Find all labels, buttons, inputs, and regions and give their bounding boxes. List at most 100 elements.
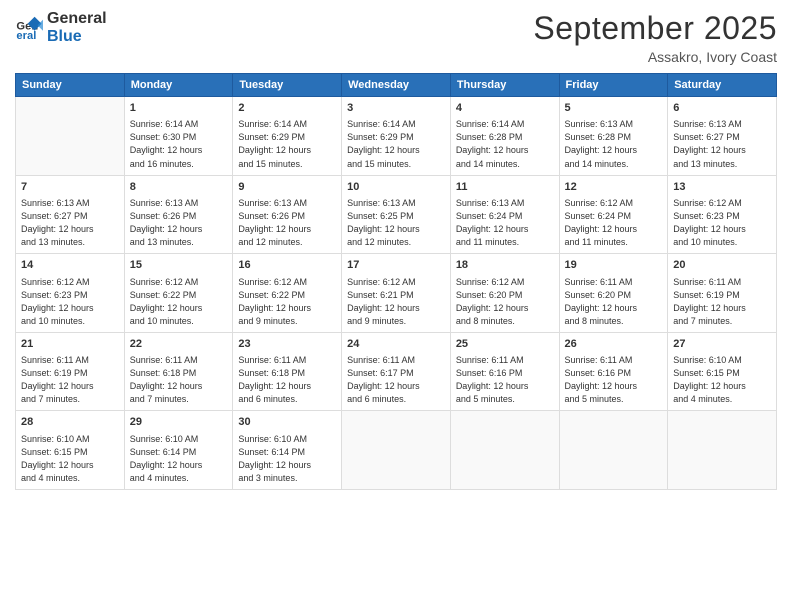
day-number: 2	[238, 101, 336, 116]
day-info: Sunrise: 6:13 AM Sunset: 6:28 PM Dayligh…	[565, 118, 663, 170]
day-info: Sunrise: 6:12 AM Sunset: 6:23 PM Dayligh…	[21, 276, 119, 328]
day-info: Sunrise: 6:11 AM Sunset: 6:19 PM Dayligh…	[673, 276, 771, 328]
day-info: Sunrise: 6:11 AM Sunset: 6:18 PM Dayligh…	[130, 354, 228, 406]
title-block: September 2025 Assakro, Ivory Coast	[533, 10, 777, 65]
day-number: 18	[456, 258, 554, 273]
day-info: Sunrise: 6:12 AM Sunset: 6:22 PM Dayligh…	[130, 276, 228, 328]
day-info: Sunrise: 6:12 AM Sunset: 6:20 PM Dayligh…	[456, 276, 554, 328]
day-number: 12	[565, 180, 663, 195]
table-row: 13 Sunrise: 6:12 AM Sunset: 6:23 PM Dayli…	[668, 175, 777, 254]
col-wednesday: Wednesday	[342, 74, 451, 97]
day-info: Sunrise: 6:14 AM Sunset: 6:29 PM Dayligh…	[238, 118, 336, 170]
table-row: 7Sunrise: 6:13 AM Sunset: 6:27 PM Daylig…	[16, 175, 125, 254]
day-number: 28	[21, 415, 119, 430]
day-number: 23	[238, 337, 336, 352]
table-row: 18 Sunrise: 6:12 AM Sunset: 6:20 PM Dayli…	[450, 254, 559, 333]
table-row: 25 Sunrise: 6:11 AM Sunset: 6:16 PM Dayli…	[450, 332, 559, 411]
day-number: 20	[673, 258, 771, 273]
table-row	[559, 411, 668, 490]
header: Gen eral General Blue September 2025 Ass…	[15, 10, 777, 65]
day-info: Sunrise: 6:13 AM Sunset: 6:25 PM Dayligh…	[347, 197, 445, 249]
table-row: 24Sunrise: 6:11 AM Sunset: 6:17 PM Dayli…	[342, 332, 451, 411]
day-number: 27	[673, 337, 771, 352]
day-info: Sunrise: 6:13 AM Sunset: 6:24 PM Dayligh…	[456, 197, 554, 249]
day-number: 26	[565, 337, 663, 352]
table-row: 29 Sunrise: 6:10 AM Sunset: 6:14 PM Dayli…	[124, 411, 233, 490]
day-number: 1	[130, 101, 228, 116]
day-info: Sunrise: 6:12 AM Sunset: 6:24 PM Dayligh…	[565, 197, 663, 249]
table-row: 21 Sunrise: 6:11 AM Sunset: 6:19 PM Dayli…	[16, 332, 125, 411]
day-number: 8	[130, 180, 228, 195]
col-tuesday: Tuesday	[233, 74, 342, 97]
day-number: 3	[347, 101, 445, 116]
table-row: 9 Sunrise: 6:13 AM Sunset: 6:26 PM Daylig…	[233, 175, 342, 254]
day-info: Sunrise: 6:10 AM Sunset: 6:15 PM Dayligh…	[673, 354, 771, 406]
calendar: Sunday Monday Tuesday Wednesday Thursday…	[15, 73, 777, 490]
day-number: 4	[456, 101, 554, 116]
day-number: 30	[238, 415, 336, 430]
table-row: 10 Sunrise: 6:13 AM Sunset: 6:25 PM Dayli…	[342, 175, 451, 254]
table-row	[16, 97, 125, 176]
svg-text:eral: eral	[16, 30, 36, 42]
logo: Gen eral General Blue	[15, 10, 107, 45]
day-number: 21	[21, 337, 119, 352]
day-number: 16	[238, 258, 336, 273]
table-row: 5 Sunrise: 6:13 AM Sunset: 6:28 PM Daylig…	[559, 97, 668, 176]
table-row	[342, 411, 451, 490]
day-info: Sunrise: 6:11 AM Sunset: 6:16 PM Dayligh…	[565, 354, 663, 406]
table-row: 16 Sunrise: 6:12 AM Sunset: 6:22 PM Dayli…	[233, 254, 342, 333]
table-row: 28 Sunrise: 6:10 AM Sunset: 6:15 PM Dayli…	[16, 411, 125, 490]
day-number: 5	[565, 101, 663, 116]
table-row	[450, 411, 559, 490]
day-number: 25	[456, 337, 554, 352]
day-number: 11	[456, 180, 554, 195]
logo-icon: Gen eral	[15, 14, 43, 42]
day-info: Sunrise: 6:10 AM Sunset: 6:14 PM Dayligh…	[238, 433, 336, 485]
day-info: Sunrise: 6:11 AM Sunset: 6:18 PM Dayligh…	[238, 354, 336, 406]
month-year: September 2025	[533, 10, 777, 47]
day-number: 14	[21, 258, 119, 273]
day-info: Sunrise: 6:13 AM Sunset: 6:26 PM Dayligh…	[238, 197, 336, 249]
day-info: Sunrise: 6:11 AM Sunset: 6:16 PM Dayligh…	[456, 354, 554, 406]
table-row: 14 Sunrise: 6:12 AM Sunset: 6:23 PM Dayli…	[16, 254, 125, 333]
table-row: 1 Sunrise: 6:14 AM Sunset: 6:30 PM Daylig…	[124, 97, 233, 176]
col-friday: Friday	[559, 74, 668, 97]
day-number: 19	[565, 258, 663, 273]
col-saturday: Saturday	[668, 74, 777, 97]
table-row: 19Sunrise: 6:11 AM Sunset: 6:20 PM Dayli…	[559, 254, 668, 333]
logo-text-line2: Blue	[47, 28, 107, 46]
col-thursday: Thursday	[450, 74, 559, 97]
day-info: Sunrise: 6:11 AM Sunset: 6:19 PM Dayligh…	[21, 354, 119, 406]
day-info: Sunrise: 6:12 AM Sunset: 6:22 PM Dayligh…	[238, 276, 336, 328]
day-info: Sunrise: 6:14 AM Sunset: 6:28 PM Dayligh…	[456, 118, 554, 170]
day-info: Sunrise: 6:14 AM Sunset: 6:30 PM Dayligh…	[130, 118, 228, 170]
day-number: 13	[673, 180, 771, 195]
table-row: 3 Sunrise: 6:14 AM Sunset: 6:29 PM Daylig…	[342, 97, 451, 176]
day-info: Sunrise: 6:12 AM Sunset: 6:23 PM Dayligh…	[673, 197, 771, 249]
day-number: 10	[347, 180, 445, 195]
day-number: 6	[673, 101, 771, 116]
day-info: Sunrise: 6:14 AM Sunset: 6:29 PM Dayligh…	[347, 118, 445, 170]
table-row: 15Sunrise: 6:12 AM Sunset: 6:22 PM Dayli…	[124, 254, 233, 333]
table-row: 30 Sunrise: 6:10 AM Sunset: 6:14 PM Dayli…	[233, 411, 342, 490]
day-info: Sunrise: 6:13 AM Sunset: 6:27 PM Dayligh…	[673, 118, 771, 170]
day-info: Sunrise: 6:10 AM Sunset: 6:14 PM Dayligh…	[130, 433, 228, 485]
table-row: 20 Sunrise: 6:11 AM Sunset: 6:19 PM Dayli…	[668, 254, 777, 333]
day-number: 9	[238, 180, 336, 195]
table-row: 2 Sunrise: 6:14 AM Sunset: 6:29 PM Daylig…	[233, 97, 342, 176]
location: Assakro, Ivory Coast	[533, 49, 777, 65]
day-number: 22	[130, 337, 228, 352]
table-row: 26 Sunrise: 6:11 AM Sunset: 6:16 PM Dayli…	[559, 332, 668, 411]
table-row: 8 Sunrise: 6:13 AM Sunset: 6:26 PM Daylig…	[124, 175, 233, 254]
table-row: 4 Sunrise: 6:14 AM Sunset: 6:28 PM Daylig…	[450, 97, 559, 176]
table-row: 23 Sunrise: 6:11 AM Sunset: 6:18 PM Dayli…	[233, 332, 342, 411]
day-info: Sunrise: 6:13 AM Sunset: 6:26 PM Dayligh…	[130, 197, 228, 249]
day-info: Sunrise: 6:13 AM Sunset: 6:27 PM Dayligh…	[21, 197, 119, 249]
table-row: 27 Sunrise: 6:10 AM Sunset: 6:15 PM Dayli…	[668, 332, 777, 411]
day-info: Sunrise: 6:10 AM Sunset: 6:15 PM Dayligh…	[21, 433, 119, 485]
table-row: 12 Sunrise: 6:12 AM Sunset: 6:24 PM Dayli…	[559, 175, 668, 254]
day-number: 24	[347, 337, 445, 352]
table-row	[668, 411, 777, 490]
day-info: Sunrise: 6:12 AM Sunset: 6:21 PM Dayligh…	[347, 276, 445, 328]
day-number: 29	[130, 415, 228, 430]
